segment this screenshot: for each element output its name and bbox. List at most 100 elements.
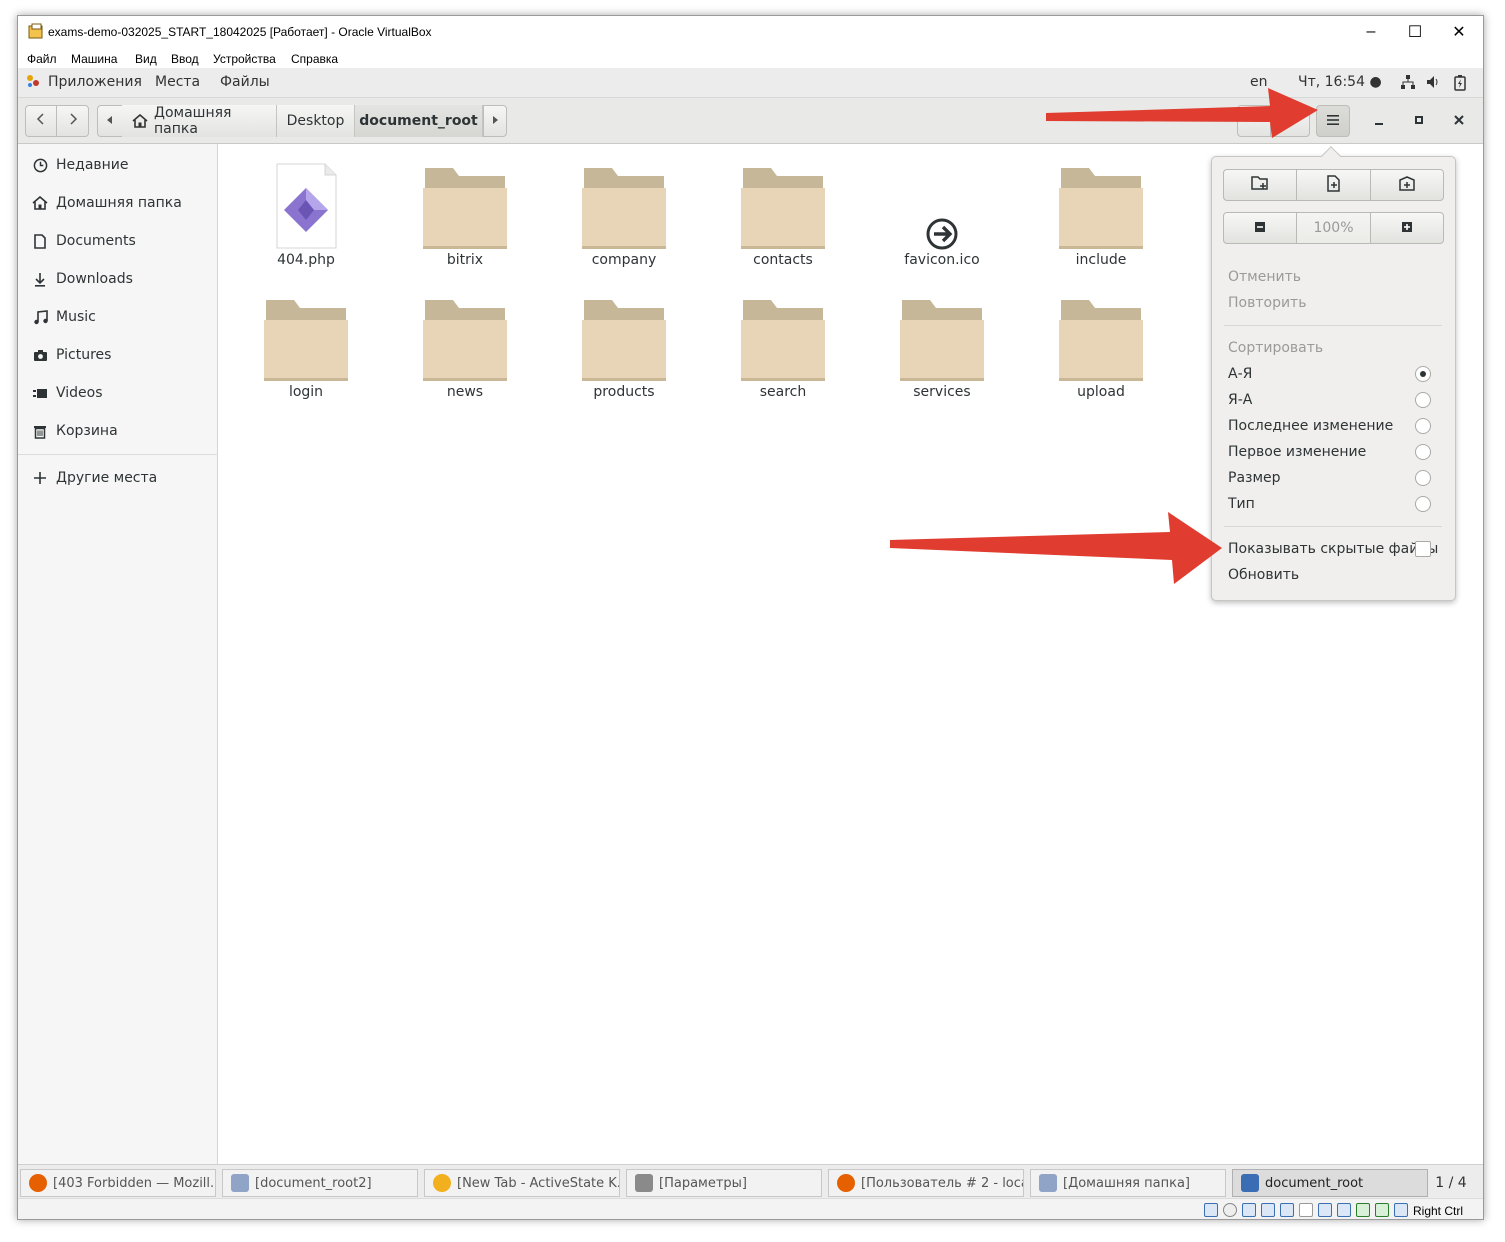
task-settings[interactable]: [Параметры] xyxy=(626,1169,822,1197)
optical-drive-icon[interactable] xyxy=(1223,1203,1237,1217)
usb-icon[interactable] xyxy=(1280,1203,1294,1217)
sidebar-item-documents[interactable]: Documents xyxy=(18,224,218,258)
camera-icon xyxy=(32,347,48,363)
undo-item[interactable]: Отменить xyxy=(1228,265,1443,289)
back-button[interactable] xyxy=(25,105,57,137)
places-menu[interactable]: Места xyxy=(155,74,200,90)
sort-option-type[interactable]: Тип xyxy=(1228,492,1443,516)
view-toggle-button[interactable] xyxy=(1237,105,1271,137)
menu-machine[interactable]: Машина xyxy=(71,52,117,66)
sort-option-z-a[interactable]: Я-А xyxy=(1228,388,1443,412)
reload-item[interactable]: Обновить xyxy=(1228,563,1443,587)
radio[interactable] xyxy=(1415,444,1431,460)
folder-item[interactable]: company xyxy=(564,162,684,282)
clock[interactable]: Чт, 16:54 ● xyxy=(1298,74,1382,90)
new-document-button[interactable] xyxy=(1296,169,1371,201)
radio[interactable] xyxy=(1415,470,1431,486)
battery-icon[interactable] xyxy=(1454,75,1466,95)
sidebar-item-music[interactable]: Music xyxy=(18,300,218,334)
maximize-button[interactable]: ☐ xyxy=(1392,16,1438,48)
path-scroll-left-button[interactable] xyxy=(97,105,123,137)
chevron-right-icon xyxy=(67,113,79,129)
folder-item[interactable]: products xyxy=(564,294,684,414)
workspace-pager[interactable]: 1 / 4 xyxy=(1429,1169,1473,1197)
forward-button[interactable] xyxy=(56,105,89,137)
minimize-button[interactable]: – xyxy=(1348,16,1394,48)
sort-option-size[interactable]: Размер xyxy=(1228,466,1443,490)
shared-folders-icon[interactable] xyxy=(1299,1203,1313,1217)
sidebar-item-pictures[interactable]: Pictures xyxy=(18,338,218,372)
hard-disk-icon[interactable] xyxy=(1204,1203,1218,1217)
guest-additions-icon[interactable] xyxy=(1375,1203,1389,1217)
folder-item[interactable]: news xyxy=(405,294,525,414)
keyboard-capture-icon[interactable] xyxy=(1394,1203,1408,1217)
task-document-root[interactable]: document_root xyxy=(1232,1169,1428,1197)
task-home-folder[interactable]: [Домашняя папка] xyxy=(1030,1169,1226,1197)
nautilus-close-button[interactable] xyxy=(1440,105,1478,137)
sidebar-item-other-locations[interactable]: Другие места xyxy=(18,461,218,495)
clock-icon xyxy=(32,157,48,173)
folder-item[interactable]: services xyxy=(882,294,1002,414)
sort-option-first-modified[interactable]: Первое изменение xyxy=(1228,440,1443,464)
radio[interactable] xyxy=(1415,418,1431,434)
file-item[interactable]: 404.php xyxy=(246,162,366,282)
show-hidden-checkbox[interactable] xyxy=(1415,541,1431,557)
audio-icon[interactable] xyxy=(1242,1203,1256,1217)
task-activestate[interactable]: [New Tab - ActiveState K... xyxy=(424,1169,620,1197)
sidebar-item-videos[interactable]: Videos xyxy=(18,376,218,410)
menu-file[interactable]: Файл xyxy=(27,52,57,66)
display-icon[interactable] xyxy=(1318,1203,1332,1217)
radio[interactable] xyxy=(1415,496,1431,512)
menu-button[interactable] xyxy=(1316,105,1350,137)
folder-item[interactable]: search xyxy=(723,294,843,414)
close-button[interactable]: ✕ xyxy=(1436,16,1482,48)
sidebar-item-downloads[interactable]: Downloads xyxy=(18,262,218,296)
folder-item[interactable]: bitrix xyxy=(405,162,525,282)
sort-option-last-modified[interactable]: Последнее изменение xyxy=(1228,414,1443,438)
menu-help[interactable]: Справка xyxy=(291,52,338,66)
radio[interactable] xyxy=(1415,392,1431,408)
task-firefox-403[interactable]: [403 Forbidden — Mozill... xyxy=(20,1169,216,1197)
folder-item[interactable]: include xyxy=(1041,162,1161,282)
new-folder-button[interactable] xyxy=(1223,169,1297,201)
task-document-root2[interactable]: [document_root2] xyxy=(222,1169,418,1197)
zoom-in-button[interactable] xyxy=(1370,212,1444,244)
recording-icon[interactable] xyxy=(1337,1203,1351,1217)
sort-option-a-z[interactable]: А-Я xyxy=(1228,362,1443,386)
network-icon[interactable] xyxy=(1401,75,1415,93)
menu-input[interactable]: Ввод xyxy=(171,52,199,66)
bookmark-button[interactable] xyxy=(1370,169,1444,201)
crumb-document-root[interactable]: document_root xyxy=(355,105,483,137)
mouse-integration-icon[interactable] xyxy=(1356,1203,1370,1217)
menu-devices[interactable]: Устройства xyxy=(213,52,276,66)
sidebar-item-recent[interactable]: Недавние xyxy=(18,148,218,182)
zoom-out-button[interactable] xyxy=(1223,212,1297,244)
sidebar-item-label: Корзина xyxy=(56,423,118,439)
language-indicator[interactable]: en xyxy=(1250,74,1268,90)
window-titlebar[interactable]: exams-demo-032025_START_18042025 [Работа… xyxy=(18,16,1483,48)
folder-icon xyxy=(741,168,825,249)
menu-view[interactable]: Вид xyxy=(135,52,157,66)
show-hidden-files-item[interactable]: Показывать скрытые файлы xyxy=(1228,537,1443,561)
path-scroll-right-button[interactable] xyxy=(483,105,507,137)
task-firefox-user[interactable]: [Пользователь # 2 - loca... xyxy=(828,1169,1024,1197)
nautilus-maximize-button[interactable] xyxy=(1400,105,1438,137)
crumb-home[interactable]: Домашняя папка xyxy=(122,105,277,137)
sidebar-item-trash[interactable]: Корзина xyxy=(18,414,218,448)
nautilus-minimize-button[interactable] xyxy=(1360,105,1398,137)
redo-item[interactable]: Повторить xyxy=(1228,291,1443,315)
file-item[interactable]: favicon.ico xyxy=(882,162,1002,282)
network-adapter-icon[interactable] xyxy=(1261,1203,1275,1217)
new-document-icon xyxy=(1326,174,1341,196)
folder-item[interactable]: upload xyxy=(1041,294,1161,414)
view-options-button[interactable] xyxy=(1270,105,1310,137)
radio-selected[interactable] xyxy=(1415,366,1431,382)
sidebar-item-home[interactable]: Домашняя папка xyxy=(18,186,218,220)
folder-item[interactable]: login xyxy=(246,294,366,414)
folder-item[interactable]: contacts xyxy=(723,162,843,282)
crumb-desktop[interactable]: Desktop xyxy=(277,105,355,137)
applications-menu[interactable]: Приложения xyxy=(48,74,142,90)
zoom-level[interactable]: 100% xyxy=(1296,212,1371,244)
volume-icon[interactable] xyxy=(1426,75,1440,93)
files-menu[interactable]: Файлы xyxy=(220,74,270,90)
